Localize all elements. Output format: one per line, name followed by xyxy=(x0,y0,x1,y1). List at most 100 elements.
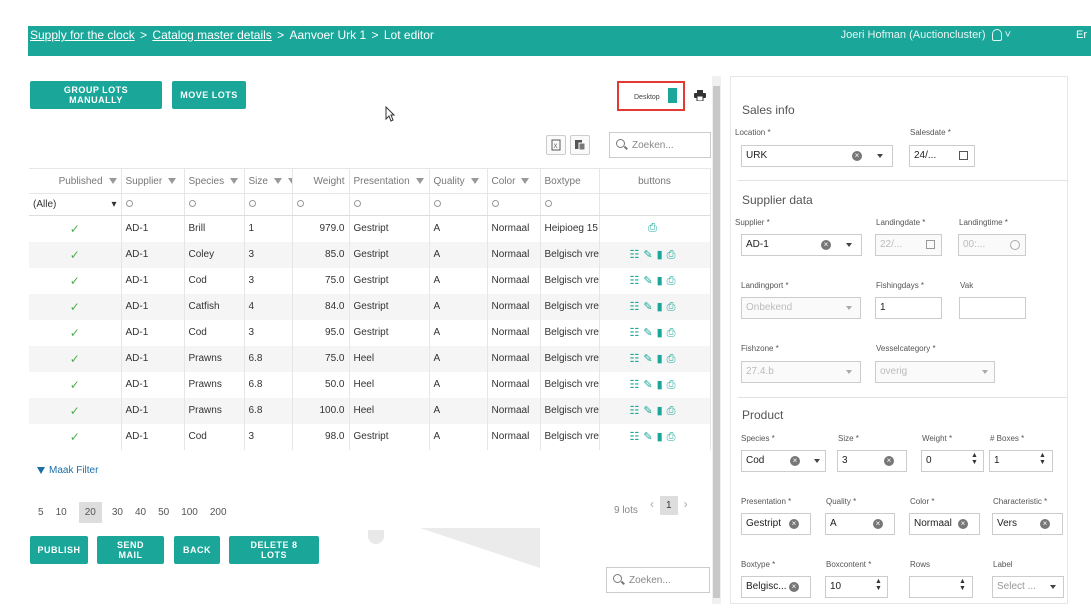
page-size-option[interactable]: 40 xyxy=(135,507,146,518)
table-row[interactable]: ✓ AD-1 Brill 1 979.0 Gestript A Normaal Heipioeg… xyxy=(29,215,711,242)
col-boxtype[interactable]: Boxtype xyxy=(540,168,600,194)
cell-actions[interactable]: ☷✎▮⎙ xyxy=(599,345,711,372)
user-menu[interactable]: Joeri Hofman (Auctioncluster) ˅ xyxy=(841,29,1011,42)
col-presentation[interactable]: Presentation xyxy=(349,168,430,194)
characteristic-select[interactable]: Vers xyxy=(992,513,1063,535)
table-row[interactable]: ✓ AD-1 Cod 3 95.0 Gestript A Normaal Belgisch vr… xyxy=(29,319,711,346)
scrollbar-thumb[interactable] xyxy=(713,86,720,598)
clear-icon[interactable]: × xyxy=(958,519,968,529)
clear-icon[interactable]: × xyxy=(789,582,799,592)
export-excel-icon[interactable]: X xyxy=(546,135,566,155)
clear-icon[interactable]: × xyxy=(884,456,894,466)
delete-lots-button[interactable]: DELETE 8 LOTS xyxy=(229,536,319,564)
col-weight[interactable]: Weight xyxy=(292,168,350,194)
table-row[interactable]: ✓ AD-1 Cod 3 98.0 Gestript A Normaal Belgisch vr… xyxy=(29,423,711,450)
stepper-icon[interactable]: ▲ ▼ xyxy=(959,578,966,592)
make-filter-link[interactable]: Maak Filter xyxy=(37,465,98,476)
prev-page-icon[interactable]: ‹ xyxy=(650,497,654,511)
print-icon[interactable] xyxy=(694,90,706,101)
table-row[interactable]: ✓ AD-1 Prawns 6.8 50.0 Heel A Normaal Belgisch v… xyxy=(29,371,711,398)
chevron-down-icon[interactable] xyxy=(877,154,883,158)
presentation-filter[interactable] xyxy=(349,193,430,216)
filter-icon[interactable] xyxy=(108,177,117,184)
copy-icon[interactable] xyxy=(570,135,590,155)
col-quality[interactable]: Quality xyxy=(429,168,488,194)
breadcrumb-catalog[interactable]: Catalog master details xyxy=(152,28,271,42)
table-row[interactable]: ✓ AD-1 Coley 3 85.0 Gestript A Normaal Belgisch … xyxy=(29,241,711,268)
cell-actions[interactable]: ☷✎▮⎙ xyxy=(599,267,711,294)
col-supplier[interactable]: Supplier xyxy=(121,168,185,194)
quality-filter[interactable] xyxy=(429,193,488,216)
filter-icon[interactable] xyxy=(230,177,239,184)
page-size-option[interactable]: 200 xyxy=(210,507,227,518)
boxtype-select[interactable]: Belgisc... xyxy=(741,576,811,598)
table-row[interactable]: ✓ AD-1 Catfish 4 84.0 Gestript A Normaal Belgisc… xyxy=(29,293,711,320)
clear-icon[interactable]: × xyxy=(790,456,800,466)
clear-icon[interactable]: × xyxy=(1040,519,1050,529)
cell-actions[interactable]: ☷✎▮⎙ xyxy=(599,371,711,398)
fishzone-select[interactable]: 27.4.b xyxy=(741,361,861,383)
clear-icon[interactable]: × xyxy=(789,519,799,529)
filter-icon[interactable] xyxy=(273,177,282,184)
chevron-down-icon[interactable] xyxy=(846,243,852,247)
chevron-down-icon[interactable] xyxy=(846,370,852,374)
publish-button[interactable]: PUBLISH xyxy=(30,536,88,564)
clear-icon[interactable]: × xyxy=(873,519,883,529)
page-size-option-selected[interactable]: 20 xyxy=(78,502,102,523)
size-select[interactable]: 3 xyxy=(837,450,907,472)
cell-actions[interactable]: ☷✎▮⎙ xyxy=(599,241,711,268)
chevron-down-icon[interactable] xyxy=(982,370,988,374)
move-lots-button[interactable]: MOVE LOTS xyxy=(172,81,246,109)
table-row[interactable]: ✓ AD-1 Prawns 6.8 75.0 Heel A Normaal Belgisch v… xyxy=(29,345,711,372)
page-size-option[interactable]: 30 xyxy=(112,507,123,518)
vesselcategory-select[interactable]: overig xyxy=(875,361,995,383)
scrollbar[interactable] xyxy=(712,76,721,604)
chevron-down-icon[interactable] xyxy=(846,306,852,310)
vak-input[interactable] xyxy=(959,297,1026,319)
table-row[interactable]: ✓ AD-1 Cod 3 75.0 Gestript A Normaal Belgisch vr… xyxy=(29,267,711,294)
weight-filter[interactable] xyxy=(292,193,350,216)
desktop-toggle[interactable]: Desktop xyxy=(617,81,685,111)
calendar-icon[interactable] xyxy=(926,240,935,249)
published-filter-select[interactable]: (Alle) ▾ xyxy=(29,193,122,216)
page-size-option[interactable]: 50 xyxy=(158,507,169,518)
landingport-select[interactable]: Onbekend xyxy=(741,297,861,319)
page-size-option[interactable]: 10 xyxy=(56,507,67,518)
bottom-search-input[interactable]: Zoeken... xyxy=(606,567,710,593)
species-filter[interactable] xyxy=(184,193,245,216)
col-size[interactable]: Size xyxy=(244,168,293,194)
language-selector[interactable]: Er xyxy=(1076,29,1087,41)
calendar-icon[interactable] xyxy=(959,151,968,160)
presentation-select[interactable]: Gestript xyxy=(741,513,811,535)
next-page-icon[interactable]: › xyxy=(684,497,688,511)
filter-icon[interactable] xyxy=(168,177,177,184)
cell-actions[interactable]: ☷✎▮⎙ xyxy=(599,293,711,320)
filter-icon[interactable] xyxy=(415,177,424,184)
back-button[interactable]: BACK xyxy=(174,536,220,564)
page-size-option[interactable]: 5 xyxy=(38,507,44,518)
cell-actions[interactable]: ☷✎▮⎙ xyxy=(599,423,711,450)
filter-icon[interactable] xyxy=(521,177,530,184)
boxtype-filter[interactable] xyxy=(540,193,600,216)
supplier-select[interactable]: AD-1 xyxy=(741,234,862,256)
filter-icon[interactable] xyxy=(287,177,291,184)
table-row[interactable]: ✓ AD-1 Prawns 6.8 100.0 Heel A Normaal Belgisch … xyxy=(29,397,711,424)
filter-icon[interactable] xyxy=(470,177,479,184)
clock-icon[interactable] xyxy=(1010,240,1020,250)
stepper-icon[interactable]: ▲ ▼ xyxy=(1039,452,1046,466)
page-button[interactable]: 1 xyxy=(660,496,678,515)
clear-icon[interactable]: × xyxy=(821,240,831,250)
grid-search-input[interactable]: Zoeken... xyxy=(609,132,711,158)
clear-icon[interactable]: × xyxy=(852,151,862,161)
chevron-down-icon[interactable] xyxy=(814,459,820,463)
breadcrumb-supply[interactable]: Supply for the clock xyxy=(30,28,135,42)
col-color[interactable]: Color xyxy=(487,168,541,194)
cell-actions[interactable]: ☷✎▮⎙ xyxy=(599,397,711,424)
page-size-option[interactable]: 100 xyxy=(181,507,198,518)
col-species[interactable]: Species xyxy=(184,168,245,194)
size-filter[interactable] xyxy=(244,193,293,216)
col-published[interactable]: Published xyxy=(29,168,122,194)
supplier-filter[interactable] xyxy=(121,193,185,216)
stepper-icon[interactable]: ▲ ▼ xyxy=(971,452,978,466)
fishingdays-input[interactable]: 1 xyxy=(875,297,942,319)
